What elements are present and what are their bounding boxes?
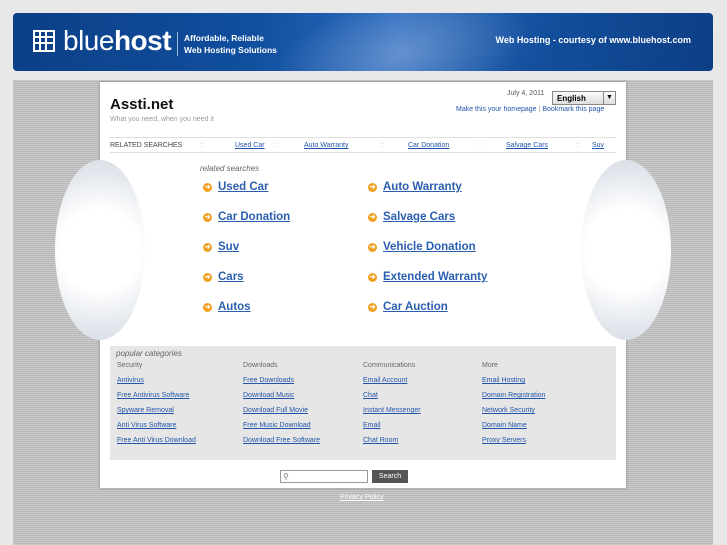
content-panel: Assti.net What you need, when you need i… — [55, 82, 671, 488]
category-link[interactable]: Free Downloads — [243, 377, 320, 384]
category-link[interactable]: Download Full Movie — [243, 407, 320, 414]
chevron-down-icon: ▼ — [603, 92, 615, 104]
popular-categories: popular categories Security Antivirus Fr… — [110, 346, 616, 460]
category-link[interactable]: Chat Room — [363, 437, 421, 444]
arrow-icon: ➜ — [203, 243, 212, 252]
category-link[interactable]: Antivirus — [117, 377, 196, 384]
category-link[interactable]: Free Music Download — [243, 422, 320, 429]
category-link[interactable]: Email Hosting — [482, 377, 545, 384]
category-column: Downloads Free Downloads Download Music … — [243, 362, 321, 444]
category-link[interactable]: Chat — [363, 392, 421, 399]
top-links: Make this your homepage | Bookmark this pa… — [456, 106, 605, 113]
related-link[interactable]: ➜ Vehicle Donation — [368, 241, 476, 253]
arrow-icon: ➜ — [203, 213, 212, 222]
bookmark-link[interactable]: Bookmark this page — [542, 106, 604, 113]
category-link[interactable]: Proxy Servers — [482, 437, 545, 444]
related-link[interactable]: ➜ Extended Warranty — [368, 271, 487, 283]
site-tagline: What you need, when you need it — [110, 116, 214, 123]
category-link[interactable]: Domain Registration — [482, 392, 545, 399]
arrow-icon: ➜ — [368, 243, 377, 252]
search-button[interactable]: Search — [372, 470, 408, 483]
bar-link[interactable]: Salvage Cars — [506, 138, 548, 154]
category-link[interactable]: Free Antivirus Software — [117, 392, 196, 399]
bluehost-logo-icon — [33, 30, 55, 52]
site-title: Assti.net — [110, 96, 174, 113]
related-link[interactable]: ➜ Used Car — [203, 181, 269, 193]
related-link[interactable]: ➜ Auto Warranty — [368, 181, 462, 193]
category-link[interactable]: Download Music — [243, 392, 320, 399]
related-searches-heading: related searches — [200, 164, 260, 173]
category-link[interactable]: Email Account — [363, 377, 421, 384]
related-link[interactable]: ➜ Car Auction — [368, 301, 448, 313]
bar-link[interactable]: Auto Warranty — [304, 138, 348, 154]
search-input[interactable]: ⚲ — [280, 470, 368, 483]
header-tagline: Affordable, Reliable Web Hosting Solutio… — [177, 32, 277, 56]
category-column: Security Antivirus Free Antivirus Softwa… — [117, 362, 196, 444]
arrow-icon: ➜ — [203, 273, 212, 282]
courtesy-text: Web Hosting - courtesy of www.bluehost.c… — [495, 35, 691, 45]
related-link[interactable]: ➜ Cars — [203, 271, 244, 283]
bar-link[interactable]: Used Car — [235, 138, 265, 154]
category-link[interactable]: Network Security — [482, 407, 545, 414]
bar-link[interactable]: Suv — [592, 138, 604, 154]
arrow-icon: ➜ — [203, 303, 212, 312]
arrow-icon: ➜ — [203, 183, 212, 192]
category-link[interactable]: Instant Messenger — [363, 407, 421, 414]
related-searches-label: RELATED SEARCHES — [110, 142, 183, 149]
arrow-icon: ➜ — [368, 183, 377, 192]
category-link[interactable]: Domain Name — [482, 422, 545, 429]
category-link[interactable]: Anti Virus Software — [117, 422, 196, 429]
category-link[interactable]: Download Free Software — [243, 437, 320, 444]
related-link[interactable]: ➜ Salvage Cars — [368, 211, 455, 223]
related-link[interactable]: ➜ Suv — [203, 241, 239, 253]
arrow-icon: ➜ — [368, 213, 377, 222]
category-link[interactable]: Free Anti Virus Download — [117, 437, 196, 444]
date-label: July 4, 2011 — [507, 90, 545, 97]
category-link[interactable]: Email — [363, 422, 421, 429]
bar-link[interactable]: Car Donation — [408, 138, 449, 154]
category-column: More Email Hosting Domain Registration N… — [482, 362, 546, 444]
right-decoration — [581, 160, 671, 340]
arrow-icon: ➜ — [368, 273, 377, 282]
search-icon: ⚲ — [283, 472, 289, 481]
popular-heading: popular categories — [116, 349, 182, 358]
privacy-policy-link[interactable]: Privacy Policy — [340, 494, 384, 501]
arrow-icon: ➜ — [368, 303, 377, 312]
category-column: Communications Email Account Chat Instan… — [363, 362, 421, 444]
related-link[interactable]: ➜ Car Donation — [203, 211, 290, 223]
make-homepage-link[interactable]: Make this your homepage — [456, 106, 537, 113]
header-banner: bluehost Affordable, Reliable Web Hostin… — [13, 13, 713, 71]
related-searches-bar: RELATED SEARCHES :: Used Car :: Auto War… — [110, 137, 616, 153]
related-link[interactable]: ➜ Autos — [203, 301, 251, 313]
language-select[interactable]: English ▼ — [552, 91, 616, 105]
bluehost-logo[interactable]: bluehost — [63, 25, 172, 57]
category-link[interactable]: Spyware Removal — [117, 407, 196, 414]
left-decoration — [55, 160, 145, 340]
